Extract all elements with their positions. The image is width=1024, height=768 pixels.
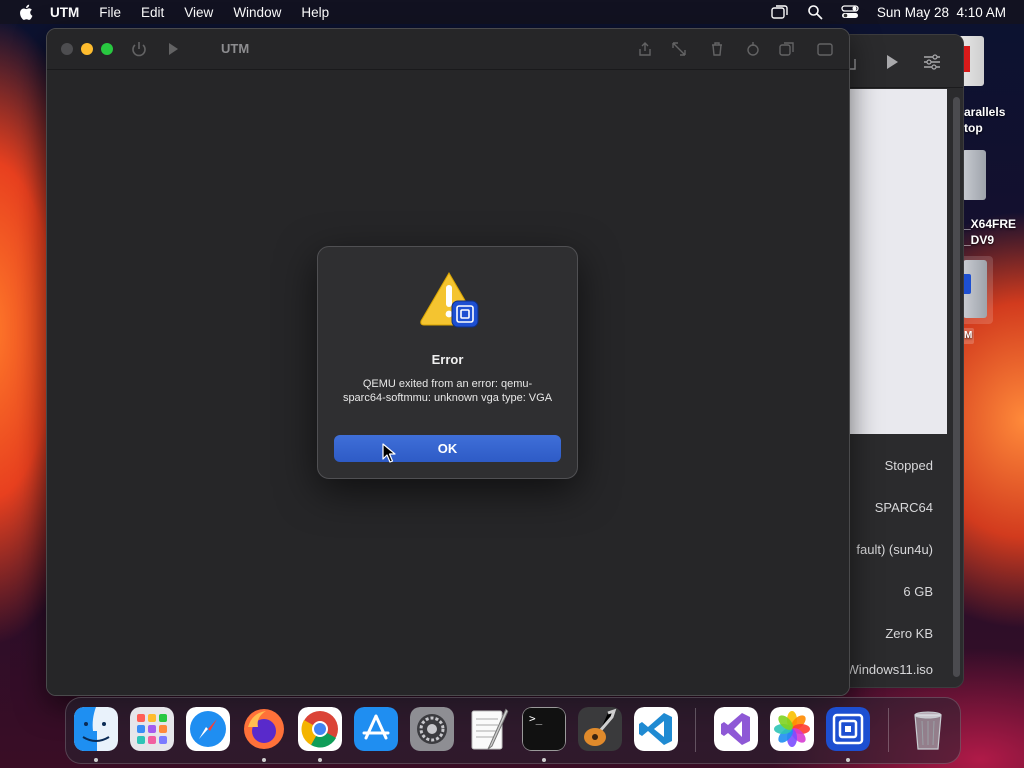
dock-separator [695,708,696,752]
chrome-icon [298,707,342,751]
dock-app-garageband[interactable] [578,707,622,751]
warning-utm-icon [420,272,479,328]
detail-cd-dvd: Windows11.iso [846,662,933,677]
back-window-toolbar [831,35,963,88]
clone-icon[interactable] [779,41,795,57]
utm-main-window-back: Stopped SPARC64 fault) (sun4u) 6 GB Zero… [830,34,964,688]
dock-app-visual-studio[interactable] [714,707,758,751]
utm-icon [826,707,870,751]
error-alert-dialog: Error QEMU exited from an error: qemu-sp… [317,246,578,479]
menu-edit[interactable]: Edit [141,5,164,20]
system-settings-icon [410,707,454,751]
menu-window[interactable]: Window [233,5,281,20]
minimize-button[interactable] [81,43,93,55]
alert-message: QEMU exited from an error: qemu-sparc64-… [342,378,553,404]
dock-app-app-store[interactable] [354,707,398,751]
utm-running-dot [846,758,850,762]
menu-app-utm[interactable]: UTM [50,5,79,20]
screen-mirroring-icon[interactable] [771,4,789,20]
vscode-icon [634,707,678,751]
dock-app-launchpad[interactable] [130,707,174,751]
power-icon[interactable] [131,41,147,57]
desktop-item-iso-drive[interactable] [960,150,988,204]
settings-sliders-icon[interactable] [923,54,941,70]
dock-separator-trash [888,708,889,752]
dock-app-vscode[interactable] [634,707,678,751]
desktop-label-iso-2: _DV9 [964,233,995,247]
ok-button[interactable]: OK [334,435,561,462]
window-icon[interactable] [817,41,833,57]
garageband-icon [578,707,622,751]
detail-architecture: SPARC64 [874,500,933,515]
menu-clock[interactable]: Sun May 28 4:10 AM [877,5,1006,20]
menu-extras: Sun May 28 4:10 AM [771,0,1006,24]
mouse-pointer-icon [382,443,396,463]
detail-size: Zero KB [885,626,933,641]
trash-icon [914,711,942,750]
terminal-icon: >_ [522,707,566,751]
disk-image-icon [962,150,986,200]
textedit-icon [471,708,509,750]
apple-icon[interactable] [18,3,36,21]
trash-icon[interactable] [709,41,725,57]
menu-file[interactable]: File [99,5,121,20]
play-icon[interactable] [885,54,899,70]
app-store-icon [354,707,398,751]
dock-app-firefox[interactable] [242,707,286,751]
dock-app-textedit[interactable] [466,707,510,751]
desktop-label-parallels-2: top [964,121,983,135]
close-button[interactable] [61,43,73,55]
dock-app-photos[interactable] [770,707,814,751]
firefox-running-dot [262,758,266,762]
menu-help[interactable]: Help [301,5,329,20]
window-titlebar: UTM [47,29,849,70]
finder-running-dot [94,758,98,762]
visual-studio-icon [714,707,758,751]
dock-app-trash[interactable] [906,707,950,751]
firefox-icon [244,709,284,749]
control-center-icon[interactable] [841,4,859,20]
terminal-prompt: >_ [529,712,543,725]
usb-icon[interactable] [745,41,761,57]
detail-memory: 6 GB [903,584,933,599]
vm-screenshot-preview [849,89,947,434]
detail-machine: fault) (sun4u) [856,542,933,557]
terminal-running-dot [542,758,546,762]
dock-app-chrome[interactable] [298,707,342,751]
dock-app-safari[interactable] [186,707,230,751]
share-icon[interactable] [637,41,653,57]
dock-app-system-settings[interactable] [410,707,454,751]
menu-bar: UTM File Edit View Window Help Sun May 2… [0,0,1024,24]
dock: >_ [65,697,961,764]
finder-icon [74,707,118,751]
detail-status: Stopped [884,458,933,473]
safari-icon [186,707,230,751]
spotlight-search-icon[interactable] [807,4,823,20]
details-scrollbar[interactable] [953,97,960,677]
desktop-label-parallels-1: arallels [964,105,1006,119]
dock-app-finder[interactable] [74,707,118,751]
dock-app-utm[interactable] [826,707,870,751]
window-title: UTM [221,41,250,56]
photos-icon [770,707,814,751]
menu-view[interactable]: View [184,5,213,20]
zoom-button[interactable] [101,43,113,55]
dock-app-terminal[interactable]: >_ [522,707,566,751]
play-icon[interactable] [165,41,181,57]
alert-title: Error [431,352,464,367]
launchpad-icon [130,707,174,751]
chrome-running-dot [318,758,322,762]
resize-icon[interactable] [671,41,687,57]
desktop-label-iso-1: _X64FRE [964,217,1017,231]
